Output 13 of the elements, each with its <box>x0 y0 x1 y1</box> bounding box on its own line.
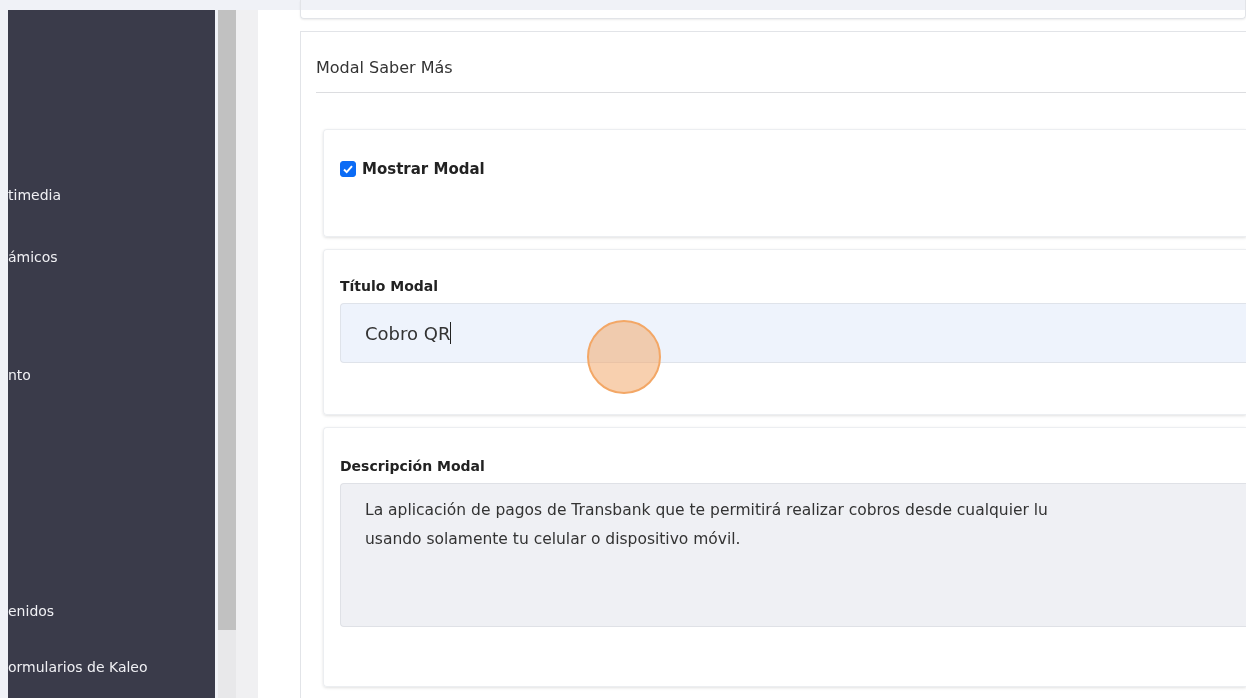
check-icon <box>342 163 354 175</box>
sidebar-item[interactable]: ormularios de Kaleo <box>8 646 215 688</box>
sidebar-item[interactable]: nto <box>8 354 215 396</box>
sidebar-item[interactable]: enidos <box>8 590 215 632</box>
show-modal-checkbox[interactable]: Mostrar Modal <box>340 160 1246 178</box>
scrollbar-thumb[interactable] <box>218 10 236 630</box>
description-textarea[interactable]: La aplicación de pagos de Transbank que te permitirá realizar cobros desde cualquier lu usando solamente tu celular o dispositivo móvil. <box>340 483 1246 627</box>
field-label: Descripción Modal <box>340 458 485 474</box>
field-label: Título Modal <box>340 278 439 294</box>
title-input[interactable]: Cobro QR <box>340 303 1246 363</box>
sidebar-item[interactable]: timedia <box>8 174 215 216</box>
section-title: Modal Saber Más <box>316 57 453 79</box>
sidebar-item[interactable]: ámicos <box>8 236 215 278</box>
